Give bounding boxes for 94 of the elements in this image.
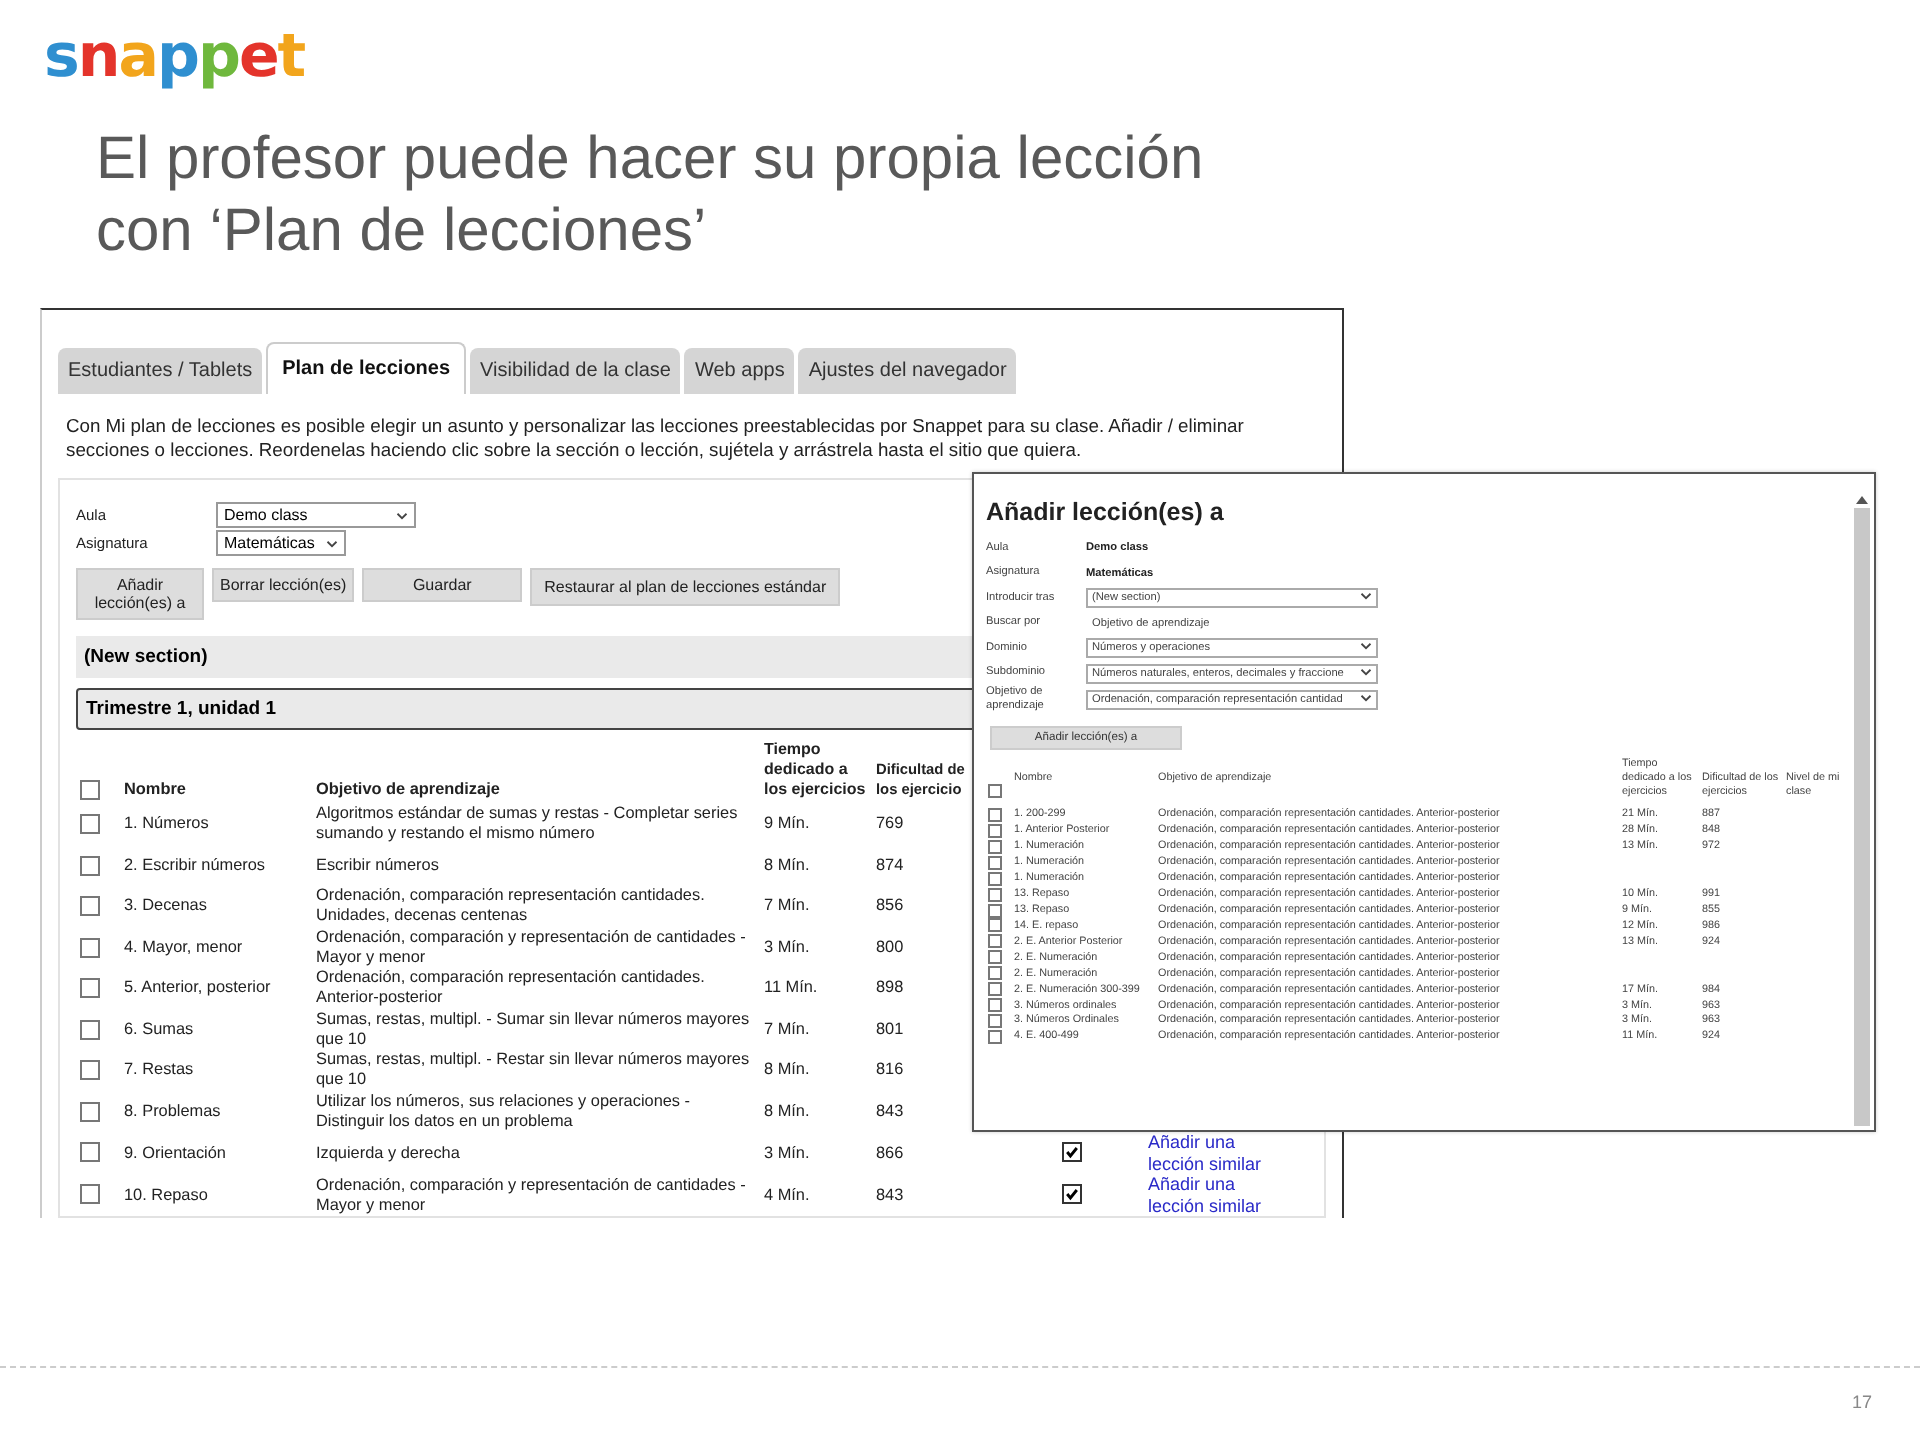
- table-cell: 1. Números: [124, 814, 209, 835]
- table-cell-text: Ordenación, comparación y representación de cantidades - Mayor y menor: [316, 1175, 748, 1215]
- table-cell: 3 Mín.: [764, 1143, 810, 1163]
- dropdown-value: Matemáticas: [224, 533, 315, 551]
- table-cell: 7 Mín.: [764, 1019, 810, 1040]
- table-cell-text: Sumas, restas, multipl. - Restar sin llevar números mayores que 10: [316, 1050, 752, 1091]
- table-cell: 3 Mín.: [764, 937, 810, 958]
- table-cell: 6. Sumas: [124, 1019, 194, 1040]
- checkbox[interactable]: [80, 779, 100, 800]
- page-number: 17: [1851, 1392, 1872, 1416]
- checkbox[interactable]: [988, 903, 1002, 918]
- table-cell: 9 Mín.: [764, 814, 810, 835]
- action-button[interactable]: Añadir lección(es) a: [76, 568, 204, 620]
- checkbox[interactable]: [80, 1101, 100, 1122]
- checkbox[interactable]: [988, 918, 1002, 933]
- checkbox[interactable]: [988, 823, 1002, 838]
- checkbox[interactable]: [988, 1029, 1002, 1044]
- table-cell: 8 Mín.: [764, 1060, 810, 1081]
- table-cell: 816: [876, 1060, 904, 1081]
- checkbox[interactable]: [80, 937, 100, 958]
- table-cell: 843: [876, 1101, 904, 1122]
- table-cell: 11 Mín.: [764, 978, 818, 999]
- tab[interactable]: Visibilidad de la clase: [470, 348, 681, 394]
- table-cell: 7 Mín.: [764, 896, 810, 917]
- dropdown-value: Demo class: [224, 505, 308, 523]
- dropdown[interactable]: Matemáticas: [216, 529, 346, 555]
- table-cell: 801: [876, 1019, 904, 1040]
- table-cell: 9. Orientación: [124, 1143, 226, 1163]
- dropdown[interactable]: Demo class: [216, 501, 416, 527]
- table-cell-text: Sumas, restas, multipl. - Sumar sin llevar números mayores que 10: [316, 1009, 752, 1050]
- checkbox[interactable]: [80, 1142, 100, 1163]
- checkbox[interactable]: [988, 934, 1002, 949]
- checkbox[interactable]: [988, 966, 1002, 981]
- table-cell: Escribir números: [316, 855, 439, 876]
- column-header: Nombre: [124, 780, 186, 800]
- checkbox[interactable]: [1062, 1142, 1082, 1163]
- table-cell: 898: [876, 978, 904, 999]
- table-cell: 2. Escribir números: [124, 855, 266, 876]
- checkbox[interactable]: [988, 982, 1002, 997]
- table-cell-text: Ordenación, comparación representación cantidades. Unidades, decenas centenas: [316, 886, 707, 927]
- checkbox[interactable]: [988, 855, 1002, 870]
- checkbox[interactable]: [1062, 1184, 1082, 1205]
- action-button[interactable]: Restaurar al plan de lecciones estándar: [530, 568, 841, 606]
- table-cell: 874: [876, 855, 904, 876]
- checkbox[interactable]: [80, 896, 100, 917]
- table-cell: 5. Anterior, posterior: [124, 978, 271, 999]
- checkbox[interactable]: [80, 855, 100, 876]
- checkbox[interactable]: [80, 1019, 100, 1040]
- checkbox[interactable]: [988, 950, 1002, 965]
- table-cell: 866: [876, 1143, 904, 1163]
- table-cell: 769: [876, 814, 904, 835]
- table-cell: 4. Mayor, menor: [124, 937, 243, 958]
- checkbox[interactable]: [80, 814, 100, 835]
- tab[interactable]: Estudiantes / Tablets: [58, 348, 263, 394]
- checkbox[interactable]: [80, 978, 100, 999]
- slide-title: El profesor puede hacer su propia lección con ‘Plan de lecciones’: [96, 124, 1204, 268]
- checkbox[interactable]: [80, 1060, 100, 1081]
- checkbox[interactable]: [988, 998, 1002, 1013]
- checkbox[interactable]: [988, 839, 1002, 854]
- checkbox[interactable]: [988, 871, 1002, 886]
- checkbox[interactable]: [80, 1184, 100, 1205]
- checkbox[interactable]: [988, 808, 1002, 822]
- table-cell: 4 Mín.: [764, 1185, 810, 1205]
- table-cell: 8 Mín.: [764, 855, 810, 876]
- checkbox[interactable]: [988, 887, 1002, 902]
- table-cell: 8 Mín.: [764, 1101, 810, 1122]
- logo: snappet: [44, 24, 305, 92]
- tab[interactable]: Plan de lecciones: [266, 342, 467, 394]
- table-cell-text: Utilizar los números, sus relaciones y operaciones - Distinguir los datos en un problema: [316, 1091, 693, 1132]
- column-header: Objetivo de aprendizaje: [316, 780, 500, 800]
- dialog-title: Añadir lección(es) a: [986, 498, 1226, 526]
- table-cell: Izquierda y derecha: [316, 1143, 460, 1163]
- table-cell: 800: [876, 937, 904, 958]
- action-button[interactable]: Borrar lección(es): [212, 568, 355, 602]
- checkbox[interactable]: [988, 1013, 1002, 1028]
- table-cell: 3. Decenas: [124, 896, 207, 917]
- add-similar-link[interactable]: Añadir una lección similar: [1148, 1174, 1288, 1216]
- action-button[interactable]: Guardar: [362, 568, 523, 602]
- table-cell: 10. Repaso: [124, 1185, 208, 1205]
- add-similar-link[interactable]: Añadir una lección similar: [1148, 1132, 1288, 1174]
- chevron-down-icon: [1360, 694, 1372, 706]
- table-cell-text: Ordenación, comparación y representación de cantidades - Mayor y menor: [316, 927, 748, 968]
- intro-text: Con Mi plan de lecciones es posible elegir un asunto y personalizar las lecciones preestablecidas por Snappet para su clase. Añadir / eliminar secciones o lecciones. Reordenelas haciendo clic sobre la sección o lección, sujétela y arrástrela hasta el sitio que quiera.: [66, 414, 1246, 462]
- table-cell: 843: [876, 1185, 904, 1205]
- chevron-down-icon: [1360, 592, 1372, 605]
- tab[interactable]: Web apps: [684, 348, 795, 394]
- checkbox[interactable]: [988, 784, 1002, 799]
- table-cell: 7. Restas: [124, 1060, 194, 1081]
- tab[interactable]: Ajustes del navegador: [798, 348, 1017, 394]
- table-cell-text: Algoritmos estándar de sumas y restas - Completar series sumando y restando el mismo número: [316, 804, 740, 845]
- column-header: Tiempo dedicado a los ejercicios: [764, 740, 868, 800]
- table-cell: 856: [876, 896, 904, 917]
- table-cell: 8. Problemas: [124, 1101, 221, 1122]
- table-cell-text: Ordenación, comparación representación cantidades. Anterior-posterior: [316, 968, 707, 1009]
